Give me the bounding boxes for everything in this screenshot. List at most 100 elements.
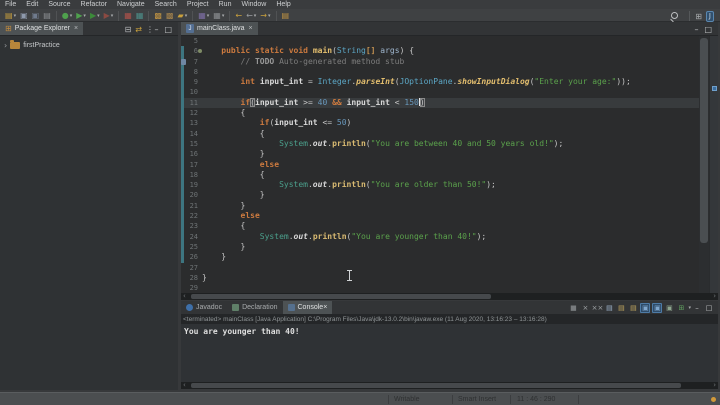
code-line-13[interactable]: 13 if(input_int <= 50) [181,118,718,129]
menu-item-window[interactable]: Window [236,0,271,9]
gutter[interactable]: 25 [181,241,202,253]
tab-console[interactable]: Console × [282,301,333,314]
maximize-icon[interactable]: □ [704,303,714,313]
scrollbar-thumb[interactable] [191,294,491,299]
new-package-icon[interactable]: ▩ [165,10,175,21]
code-line-17[interactable]: 17 else [181,159,718,170]
scroll-left-icon[interactable]: ‹ [183,292,186,300]
code-line-16[interactable]: 16 } [181,149,718,160]
new-class-icon[interactable]: ▰ ▾ [177,10,189,21]
todo-task-marker-icon[interactable] [181,58,186,65]
scrollbar-thumb[interactable] [191,383,681,388]
code-line-22[interactable]: 22 else [181,211,718,222]
gutter[interactable]: 27 [181,263,202,273]
forward-icon[interactable]: → ▾ [259,10,271,21]
tree-item-firstpractice[interactable]: › firstPractice [0,40,178,51]
link-editor-icon[interactable]: ⇄ [135,25,142,34]
remove-launch-icon[interactable]: × [580,303,590,313]
gutter[interactable]: 17 [181,159,202,170]
dropdown-arrow-icon[interactable]: ▾ [268,13,271,19]
maximize-icon[interactable]: □ [164,25,172,34]
dropdown-arrow-icon[interactable]: ▾ [185,13,188,19]
overview-marker-icon[interactable] [712,86,717,91]
print-icon[interactable]: ▤ [42,10,52,21]
maximize-icon[interactable]: □ [704,25,712,34]
gutter[interactable]: 26 [181,252,202,263]
code-line-18[interactable]: 18 { [181,169,718,181]
code-line-27[interactable]: 27 [181,263,718,273]
tab-declaration[interactable]: Declaration [227,301,282,314]
new-java-project-icon[interactable]: ▩ [153,10,163,21]
show-stdout-icon[interactable]: ▣ [652,303,663,313]
open-console-icon[interactable]: ⊞ [676,303,686,313]
back-history-icon[interactable]: ← ▾ [245,10,257,21]
java-perspective-icon[interactable]: J [705,10,714,22]
gutter[interactable]: 22 [181,211,202,222]
gutter[interactable]: 6 [181,46,202,57]
remove-all-launches-icon[interactable]: ×× [592,303,604,313]
code-line-28[interactable]: 28} [181,273,718,283]
code-line-10[interactable]: 10 [181,87,718,98]
minimize-icon[interactable]: – [154,25,158,34]
menu-item-project[interactable]: Project [182,0,214,9]
close-icon[interactable]: × [74,25,78,32]
run-icon[interactable]: ▶ ▾ [75,10,87,21]
gutter[interactable]: 21 [181,200,202,212]
menu-item-navigate[interactable]: Navigate [112,0,150,9]
gutter[interactable]: 19 [181,180,202,191]
menu-item-edit[interactable]: Edit [21,0,43,9]
tab-javadoc[interactable]: Javadoc [181,301,227,314]
code-line-7[interactable]: 7 // TODO Auto-generated method stub [181,56,718,67]
status-caret-position[interactable]: 11 : 46 : 290 [517,393,555,405]
menu-item-search[interactable]: Search [150,0,182,9]
gutter[interactable]: 16 [181,149,202,160]
save-all-icon[interactable]: ▣ [31,10,41,21]
gutter[interactable]: 12 [181,108,202,119]
minimize-icon[interactable]: – [694,25,698,34]
menu-item-file[interactable]: File [0,0,21,9]
gutter[interactable]: 23 [181,221,202,232]
dropdown-arrow-icon[interactable]: ▾ [222,13,225,19]
console-output[interactable]: You are younger than 40! [181,324,718,382]
dropdown-arrow-icon[interactable]: ▾ [254,13,257,19]
code-line-19[interactable]: 19 System.out.println("You are older tha… [181,180,718,191]
annotation-icon[interactable]: ▦ ▾ [212,10,225,21]
code-line-25[interactable]: 25 } [181,241,718,253]
expand-arrow-icon[interactable]: › [4,41,7,50]
code-line-11[interactable]: 11 if(input_int >= 40 && input_int < 150… [181,97,718,109]
code-line-9[interactable]: 9 int input_int = Integer.parseInt(JOpti… [181,77,718,88]
gutter[interactable]: 15 [181,138,202,150]
code-line-12[interactable]: 12 { [181,108,718,119]
dropdown-arrow-icon[interactable]: ▾ [14,13,17,19]
dropdown-arrow-icon[interactable]: ▾ [207,13,210,19]
gutter[interactable]: 13 [181,118,202,129]
search-icon[interactable] [669,11,680,22]
close-icon[interactable]: × [323,304,327,311]
scroll-left-icon[interactable]: ‹ [183,381,186,389]
code-line-8[interactable]: 8 [181,66,718,78]
dropdown-arrow-icon[interactable]: ▾ [83,13,86,19]
line-marker-icon[interactable] [198,49,202,54]
code-line-29[interactable]: 29 [181,283,718,293]
overview-ruler[interactable] [709,36,718,293]
new-wizard-icon[interactable]: ▤ ▾ [4,10,17,21]
dropdown-arrow-icon[interactable]: ▾ [688,305,691,311]
menu-item-run[interactable]: Run [214,0,237,9]
code-editor[interactable]: 56 public static void main(String[] args… [181,36,718,293]
clear-console-icon[interactable]: ▤ [604,303,614,313]
gutter[interactable]: 5 [181,36,202,46]
dropdown-arrow-icon[interactable]: ▾ [111,13,114,19]
close-icon[interactable]: × [248,25,252,32]
gutter[interactable]: 28 [181,273,202,283]
code-line-14[interactable]: 14 { [181,128,718,139]
tab-mainclass-java[interactable]: J mainClass.java × [181,22,258,35]
notification-icon[interactable] [711,397,716,402]
editor-horizontal-scrollbar[interactable]: ‹ › [181,292,718,300]
menu-item-refactor[interactable]: Refactor [76,0,112,9]
stop-icon[interactable]: ▦ [123,10,133,21]
terminate-icon[interactable]: ■ [568,303,578,313]
pin-console-icon[interactable]: ▣ [640,303,651,313]
code-line-20[interactable]: 20 } [181,190,718,201]
scrollbar-thumb[interactable] [700,38,708,243]
console-horizontal-scrollbar[interactable]: ‹ › [181,381,718,389]
